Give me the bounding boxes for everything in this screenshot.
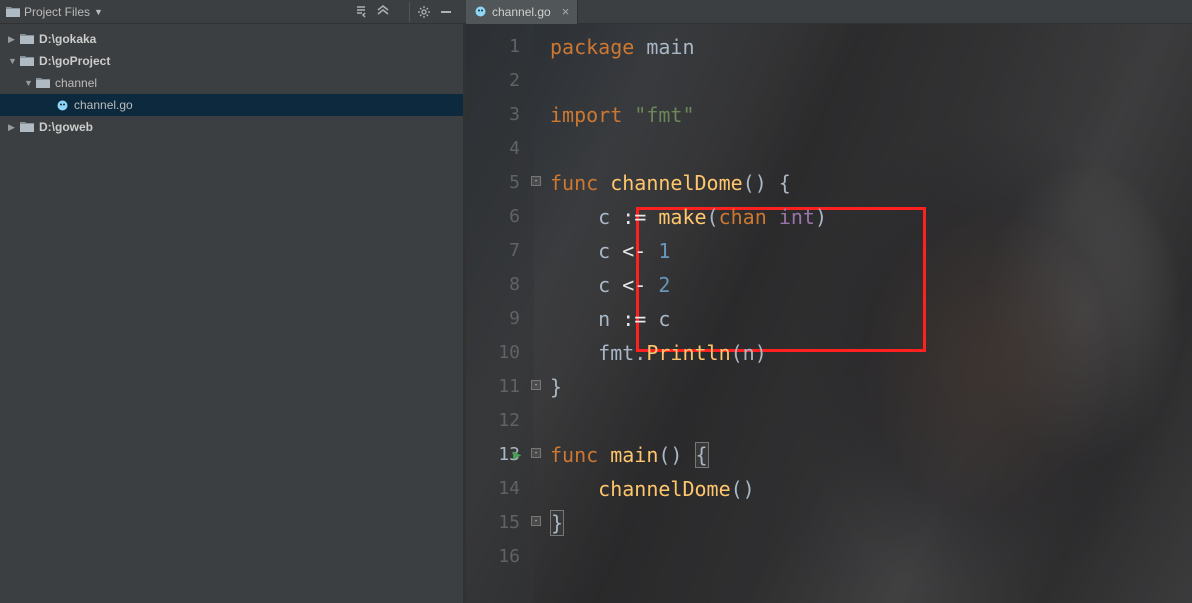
code-line[interactable]: -func main() { (534, 438, 827, 472)
fold-marker-icon[interactable]: - (531, 176, 541, 186)
code-line[interactable]: -} (534, 506, 827, 540)
project-files-dropdown[interactable]: Project Files (24, 5, 90, 19)
hide-icon[interactable] (438, 4, 454, 20)
tree-arrow-icon[interactable]: ▼ (24, 78, 34, 88)
tree-arrow-icon[interactable]: ▶ (8, 34, 18, 45)
project-sidebar[interactable]: ▶ D:\gokaka ▼ D:\goProject ▼ channel channel.g… (0, 24, 466, 603)
tree-arrow-icon[interactable]: ▶ (8, 122, 18, 133)
collapse-all-icon[interactable] (375, 4, 391, 20)
project-tree[interactable]: ▶ D:\gokaka ▼ D:\goProject ▼ channel channel.g… (0, 28, 465, 138)
tab-label: channel.go (492, 5, 551, 19)
line-number[interactable]: 5 (466, 166, 520, 200)
go-file-icon (56, 99, 69, 112)
fold-marker-icon[interactable]: - (531, 448, 541, 458)
line-number[interactable]: 12 (466, 404, 520, 438)
tree-item-label: D:\goweb (39, 120, 93, 134)
code-line[interactable]: c <- 1 (534, 234, 827, 268)
top-toolbar: Project Files ▼ channel.go × (0, 0, 1192, 24)
line-number[interactable]: 14 (466, 472, 520, 506)
tree-arrow-icon[interactable]: ▼ (8, 56, 18, 66)
code-line[interactable] (534, 64, 827, 98)
sidebar-resize-handle[interactable] (463, 24, 465, 603)
tree-item[interactable]: ▼ D:\goProject (0, 50, 465, 72)
code-line[interactable]: n := c (534, 302, 827, 336)
code-line[interactable]: channelDome() (534, 472, 827, 506)
gear-icon[interactable] (416, 4, 432, 20)
run-gutter-icon[interactable]: ▶ (513, 438, 521, 472)
line-number[interactable]: 6 (466, 200, 520, 234)
code-line[interactable]: fmt.Println(n) (534, 336, 827, 370)
scroll-from-source-icon[interactable] (353, 4, 369, 20)
code-line[interactable] (534, 540, 827, 574)
fold-marker-icon[interactable]: - (531, 380, 541, 390)
tree-item[interactable]: ▼ channel (0, 72, 465, 94)
tree-item-label: D:\goProject (39, 54, 110, 68)
tree-item-label: channel (55, 76, 97, 90)
editor-gutter[interactable]: 12345678910111213▶141516 (466, 24, 534, 603)
editor-tab-channel[interactable]: channel.go × (466, 0, 578, 24)
tree-item[interactable]: ▶ D:\goweb (0, 116, 465, 138)
tree-item-label: channel.go (74, 98, 133, 112)
line-number[interactable]: 10 (466, 336, 520, 370)
code-line[interactable]: c <- 2 (534, 268, 827, 302)
code-line[interactable]: c := make(chan int) (534, 200, 827, 234)
code-line[interactable]: import "fmt" (534, 98, 827, 132)
fold-marker-icon[interactable]: - (531, 516, 541, 526)
code-editor[interactable]: 12345678910111213▶141516 package mainimp… (466, 24, 1192, 603)
close-icon[interactable]: × (562, 4, 570, 19)
line-number[interactable]: 13▶ (466, 438, 520, 472)
line-number[interactable]: 7 (466, 234, 520, 268)
tree-item-label: D:\gokaka (39, 32, 96, 46)
tree-item[interactable]: ▶ D:\gokaka (0, 28, 465, 50)
tree-item[interactable]: channel.go (0, 94, 465, 116)
folder-icon (36, 77, 50, 89)
code-line[interactable]: -} (534, 370, 827, 404)
dropdown-arrow-icon: ▼ (94, 7, 103, 17)
line-number[interactable]: 15 (466, 506, 520, 540)
editor-tabs: channel.go × (466, 0, 578, 24)
line-number[interactable]: 16 (466, 540, 520, 574)
line-number[interactable]: 8 (466, 268, 520, 302)
folder-icon (20, 33, 34, 45)
code-line[interactable] (534, 404, 827, 438)
line-number[interactable]: 11 (466, 370, 520, 404)
code-line[interactable] (534, 132, 827, 166)
line-number[interactable]: 3 (466, 98, 520, 132)
line-number[interactable]: 2 (466, 64, 520, 98)
go-file-icon (474, 5, 487, 18)
toolbar-divider (409, 2, 410, 22)
line-number[interactable]: 9 (466, 302, 520, 336)
code-line[interactable]: package main (534, 30, 827, 64)
line-number[interactable]: 1 (466, 30, 520, 64)
code-line[interactable]: -func channelDome() { (534, 166, 827, 200)
main-area: ▶ D:\gokaka ▼ D:\goProject ▼ channel channel.g… (0, 24, 1192, 603)
project-folder-icon (6, 6, 20, 18)
folder-icon (20, 55, 34, 67)
line-number[interactable]: 4 (466, 132, 520, 166)
editor-code-area[interactable]: package main import "fmt" -func channelDom… (534, 24, 827, 603)
folder-icon (20, 121, 34, 133)
